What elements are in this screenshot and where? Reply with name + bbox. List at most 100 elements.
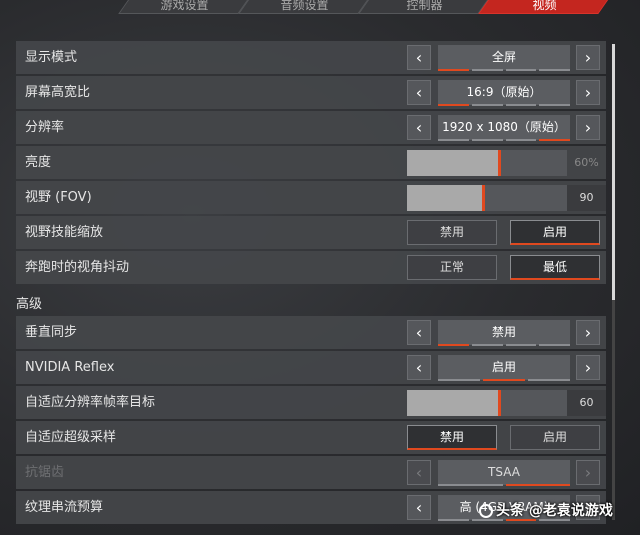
setting-row-6: 奔跑时的视角抖动 正常 最低 xyxy=(16,251,606,284)
option-segment xyxy=(471,104,503,106)
setting-label: 纹理串流预算 xyxy=(25,500,104,515)
tab-game[interactable]: 游戏设置 xyxy=(118,0,258,14)
option-segment xyxy=(505,484,570,486)
slider-value: 60 xyxy=(567,390,606,416)
option-segment xyxy=(528,379,570,381)
option-segment xyxy=(539,104,570,106)
setting-row-0: 显示模式 ‹ 全屏 › xyxy=(16,41,606,74)
setting-value: 16:9（原始） xyxy=(438,80,570,105)
chevron-left-icon[interactable]: ‹ xyxy=(407,320,431,345)
chevron-right-icon[interactable]: › xyxy=(576,320,600,345)
option-button[interactable]: 禁用 xyxy=(407,425,497,450)
option-button[interactable]: 正常 xyxy=(407,255,497,280)
slider-handle[interactable] xyxy=(497,150,501,176)
option-segment xyxy=(438,344,469,346)
option-segment xyxy=(505,104,537,106)
setting-label: 垂直同步 xyxy=(25,325,78,340)
chevron-right-icon[interactable]: › xyxy=(576,45,600,70)
option-segment xyxy=(505,69,537,71)
chevron-left-icon[interactable]: ‹ xyxy=(407,115,431,140)
option-segment xyxy=(438,104,469,106)
option-segment xyxy=(438,519,469,521)
slider-value: 90 xyxy=(567,185,606,211)
advanced-setting-row-1: NVIDIA Reflex ‹ 启用 › xyxy=(16,351,606,384)
option-indicator xyxy=(438,344,570,346)
toutiao-logo-icon xyxy=(479,504,493,518)
option-segment xyxy=(471,69,503,71)
setting-label: 亮度 xyxy=(25,155,52,170)
option-segment xyxy=(505,139,537,141)
scrollbar-thumb[interactable] xyxy=(612,44,615,300)
setting-value: 全屏 xyxy=(438,45,570,70)
option-segment xyxy=(438,139,469,141)
option-indicator xyxy=(438,69,570,71)
slider-fill xyxy=(407,390,500,416)
setting-label: 显示模式 xyxy=(25,50,78,65)
slider-handle[interactable] xyxy=(481,185,485,211)
option-segment xyxy=(539,69,570,71)
chevron-right-icon[interactable]: › xyxy=(576,115,600,140)
setting-value: 启用 xyxy=(438,355,570,380)
option-button[interactable]: 禁用 xyxy=(407,220,497,245)
chevron-left-icon[interactable]: ‹ xyxy=(407,45,431,70)
setting-value: 禁用 xyxy=(438,320,570,345)
chevron-right-icon[interactable]: › xyxy=(576,80,600,105)
option-segment xyxy=(539,344,570,346)
setting-label: 视野技能缩放 xyxy=(25,225,104,240)
advanced-setting-row-4: 抗锯齿 ‹ TSAA › xyxy=(16,456,606,489)
setting-slider[interactable] xyxy=(407,390,567,416)
chevron-right-icon[interactable]: › xyxy=(576,355,600,380)
advanced-setting-row-0: 垂直同步 ‹ 禁用 › xyxy=(16,316,606,349)
slider-handle[interactable] xyxy=(497,390,501,416)
setting-row-4: 视野 (FOV) 90 xyxy=(16,181,606,214)
setting-slider[interactable] xyxy=(407,150,567,176)
setting-row-5: 视野技能缩放 禁用 启用 xyxy=(16,216,606,249)
option-indicator xyxy=(438,104,570,106)
option-segment xyxy=(438,69,469,71)
slider-fill xyxy=(407,150,500,176)
slider-value: 60% xyxy=(574,156,599,169)
option-indicator xyxy=(438,379,570,381)
advanced-setting-row-2: 自适应分辨率帧率目标 60 xyxy=(16,386,606,419)
settings-tabs: 游戏设置 音频设置 控制器 视频 xyxy=(0,0,640,14)
setting-value: 1920 x 1080（原始） xyxy=(438,115,570,140)
setting-label: 奔跑时的视角抖动 xyxy=(25,260,130,275)
chevron-left-icon[interactable]: ‹ xyxy=(407,80,431,105)
option-indicator xyxy=(438,139,570,141)
option-segment xyxy=(539,139,570,141)
advanced-setting-row-3: 自适应超级采样 禁用 启用 xyxy=(16,421,606,454)
scrollbar-track[interactable] xyxy=(612,300,615,520)
setting-label: 屏幕高宽比 xyxy=(25,85,91,100)
setting-label: NVIDIA Reflex xyxy=(25,360,115,375)
setting-row-1: 屏幕高宽比 ‹ 16:9（原始） › xyxy=(16,76,606,109)
option-indicator xyxy=(438,484,570,486)
section-title-advanced: 高级 xyxy=(16,297,43,312)
chevron-left-icon[interactable]: ‹ xyxy=(407,495,431,520)
chevron-left-icon[interactable]: ‹ xyxy=(407,460,431,485)
chevron-left-icon[interactable]: ‹ xyxy=(407,355,431,380)
chevron-right-icon[interactable]: › xyxy=(576,460,600,485)
slider-fill xyxy=(407,185,484,211)
setting-label: 自适应分辨率帧率目标 xyxy=(25,395,156,410)
tab-controller[interactable]: 控制器 xyxy=(358,0,498,14)
setting-label: 自适应超级采样 xyxy=(25,430,117,445)
setting-label: 分辨率 xyxy=(25,120,65,135)
option-button[interactable]: 启用 xyxy=(510,425,600,450)
option-segment xyxy=(471,139,503,141)
option-segment xyxy=(483,379,525,381)
setting-slider[interactable] xyxy=(407,185,567,211)
watermark: 头条 @老袁说游戏 xyxy=(476,500,613,520)
setting-value: TSAA xyxy=(438,460,570,485)
setting-row-2: 分辨率 ‹ 1920 x 1080（原始） › xyxy=(16,111,606,144)
option-segment xyxy=(438,484,503,486)
setting-row-3: 亮度 60% xyxy=(16,146,606,179)
tab-video[interactable]: 视频 xyxy=(478,0,618,14)
option-button[interactable]: 最低 xyxy=(510,255,600,280)
setting-label: 视野 (FOV) xyxy=(25,190,92,205)
tab-audio[interactable]: 音频设置 xyxy=(238,0,378,14)
setting-label: 抗锯齿 xyxy=(25,465,65,480)
option-segment xyxy=(471,344,503,346)
option-button[interactable]: 启用 xyxy=(510,220,600,245)
option-segment xyxy=(505,344,537,346)
option-segment xyxy=(438,379,480,381)
